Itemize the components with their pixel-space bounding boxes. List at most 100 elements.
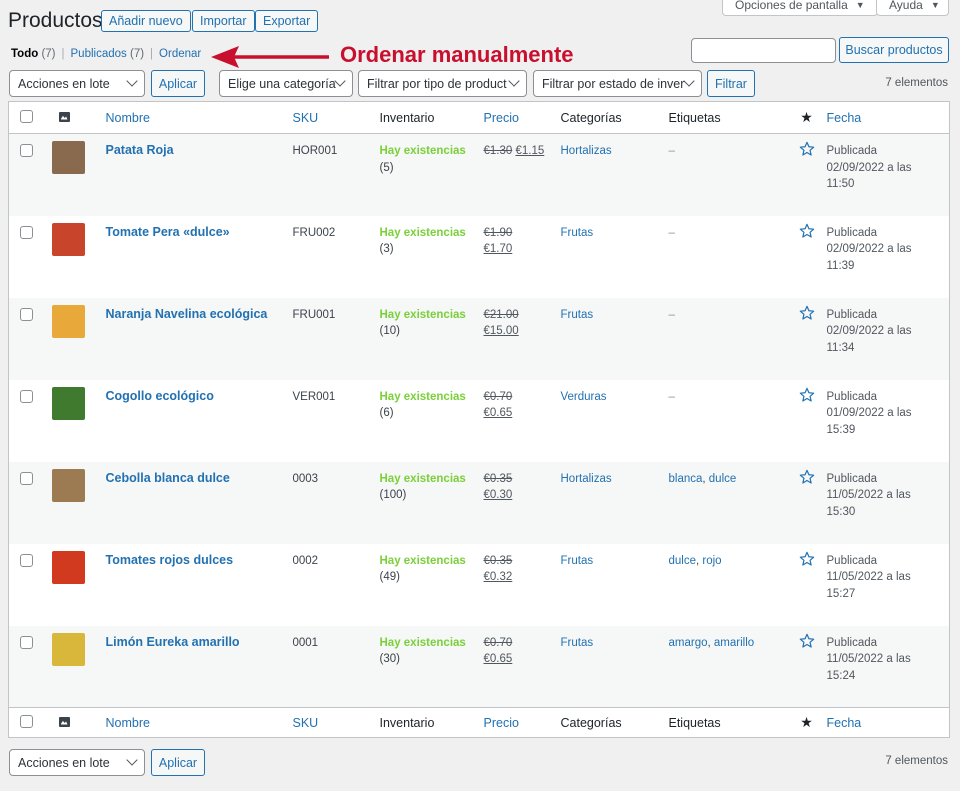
featured-star-icon[interactable] <box>787 633 827 652</box>
view-sort-link[interactable]: Ordenar <box>159 48 201 60</box>
publish-time: 11:34 <box>826 341 855 354</box>
product-thumbnail[interactable] <box>51 141 85 174</box>
search-products-button[interactable]: Buscar productos <box>839 37 949 63</box>
product-thumbnail[interactable] <box>51 304 85 338</box>
row-checkbox[interactable] <box>19 307 33 321</box>
featured-star-icon[interactable] <box>787 469 827 488</box>
row-checkbox[interactable] <box>19 635 33 649</box>
product-thumbnail[interactable] <box>51 222 85 256</box>
product-thumbnail[interactable] <box>51 550 85 584</box>
publish-date: 11/05/2022 a las <box>826 571 911 583</box>
tag-link[interactable]: amargo <box>669 637 708 649</box>
tag-link[interactable]: blanca <box>669 473 703 485</box>
table-row: Naranja Navelina ecológica FRU001 Hay exis… <box>8 297 950 380</box>
column-sku-sort-footer[interactable]: SKU <box>293 716 319 730</box>
help-button[interactable]: Ayuda ▼ <box>876 0 949 16</box>
category-link[interactable]: Verduras <box>561 391 607 403</box>
view-published[interactable]: Publicados (7) <box>71 48 145 60</box>
select-all-checkbox[interactable] <box>19 109 33 123</box>
search-input[interactable] <box>691 38 836 63</box>
product-thumbnail[interactable] <box>51 632 85 666</box>
row-checkbox[interactable] <box>19 553 33 567</box>
publish-date: 02/09/2022 a las <box>826 325 912 337</box>
chevron-down-icon <box>508 75 520 87</box>
product-name-link[interactable]: Naranja Navelina ecológica <box>106 307 293 321</box>
featured-star-icon[interactable]: ★ <box>786 707 827 738</box>
add-new-button[interactable]: Añadir nuevo <box>101 10 191 32</box>
table-row: Tomate Pera «dulce» FRU002 Hay existencias… <box>8 215 950 298</box>
publish-time: 11:50 <box>826 178 855 190</box>
column-price-sort-footer[interactable]: Precio <box>484 716 519 730</box>
export-button[interactable]: Exportar <box>255 10 319 32</box>
publish-status: Publicada <box>826 390 878 403</box>
stock-status: Hay existencias <box>379 145 466 157</box>
product-thumbnail[interactable] <box>51 386 85 420</box>
product-name-link[interactable]: Tomate Pera «dulce» <box>106 225 293 239</box>
category-link[interactable]: Frutas <box>561 637 594 649</box>
sale-price: €0.65 <box>483 653 513 665</box>
featured-star-icon[interactable] <box>787 305 827 324</box>
row-checkbox[interactable] <box>19 144 33 157</box>
product-type-filter-value: Filtrar por tipo de product <box>367 76 507 91</box>
category-link[interactable]: Hortalizas <box>561 473 612 485</box>
column-name-sort[interactable]: Nombre <box>106 111 150 125</box>
product-sku: 0002 <box>292 554 319 567</box>
column-name-sort-footer[interactable]: Nombre <box>106 716 150 730</box>
view-all[interactable]: Todo (7) <box>11 48 56 60</box>
featured-star-icon[interactable] <box>787 141 827 160</box>
filter-button[interactable]: Filtrar <box>707 70 755 97</box>
tag-link[interactable]: rojo <box>702 555 721 567</box>
products-table-body: Patata Roja HOR001 Hay existencias (5) €1.30… <box>8 133 950 708</box>
table-row: Cebolla blanca dulce 0003 Hay existencias (… <box>8 461 950 544</box>
regular-price: €1.90 <box>483 226 513 239</box>
product-sku: FRU001 <box>292 308 336 321</box>
publish-time: 15:24 <box>826 669 856 682</box>
category-link[interactable]: Frutas <box>561 227 594 239</box>
column-date-sort[interactable]: Fecha <box>827 111 862 125</box>
publish-date: 02/09/2022 a las <box>826 243 912 255</box>
publish-date: 11/05/2022 a las <box>826 653 911 665</box>
column-price-sort[interactable]: Precio <box>484 111 519 125</box>
featured-star-icon[interactable] <box>787 551 827 570</box>
column-date-sort-footer[interactable]: Fecha <box>827 716 862 730</box>
product-name-link[interactable]: Patata Roja <box>106 143 293 157</box>
category-filter-select[interactable]: Elige una categoría <box>219 70 353 97</box>
product-name-link[interactable]: Cebolla blanca dulce <box>106 471 293 485</box>
bulk-actions-select-top[interactable]: Acciones en lote <box>9 70 145 97</box>
row-checkbox[interactable] <box>19 389 33 403</box>
chevron-down-icon <box>126 75 138 87</box>
product-sku: FRU002 <box>292 226 336 239</box>
category-link[interactable]: Hortalizas <box>561 145 612 157</box>
stock-status-filter-select[interactable]: Filtrar por estado de inver <box>533 70 702 97</box>
apply-button-top[interactable]: Aplicar <box>151 70 205 97</box>
featured-star-icon[interactable] <box>787 223 827 242</box>
publish-status: Publicada <box>826 554 878 567</box>
publish-status: Publicada <box>826 308 878 321</box>
column-sku-sort[interactable]: SKU <box>293 111 319 125</box>
category-link[interactable]: Frutas <box>561 555 594 567</box>
product-name-link[interactable]: Cogollo ecológico <box>106 389 293 403</box>
product-type-filter-select[interactable]: Filtrar por tipo de product <box>358 70 527 97</box>
tag-link[interactable]: amarillo <box>714 637 754 649</box>
row-checkbox[interactable] <box>19 225 33 239</box>
product-name-link[interactable]: Tomates rojos dulces <box>106 553 293 567</box>
select-all-checkbox-footer[interactable] <box>19 714 33 728</box>
product-name-link[interactable]: Limón Eureka amarillo <box>106 635 293 649</box>
tag-link[interactable]: dulce <box>709 473 737 485</box>
row-checkbox[interactable] <box>19 471 33 485</box>
sale-price: €1.70 <box>483 243 513 255</box>
featured-star-icon[interactable] <box>787 387 827 406</box>
screen-options-button[interactable]: Opciones de pantalla ▼ <box>722 0 878 16</box>
bulk-actions-value: Acciones en lote <box>18 755 110 770</box>
regular-price: €0.35 <box>483 472 513 485</box>
sale-price: €0.32 <box>483 571 513 583</box>
featured-star-icon[interactable]: ★ <box>786 101 827 134</box>
regular-price: €21.00 <box>483 308 519 321</box>
table-header-row: Nombre SKU Inventario Precio Categorías … <box>8 101 950 134</box>
apply-button-bottom[interactable]: Aplicar <box>151 749 205 776</box>
bulk-actions-select-bottom[interactable]: Acciones en lote <box>9 749 145 776</box>
product-thumbnail[interactable] <box>51 468 85 502</box>
import-button[interactable]: Importar <box>192 10 255 32</box>
category-link[interactable]: Frutas <box>561 309 594 321</box>
tag-link[interactable]: dulce <box>669 555 697 567</box>
